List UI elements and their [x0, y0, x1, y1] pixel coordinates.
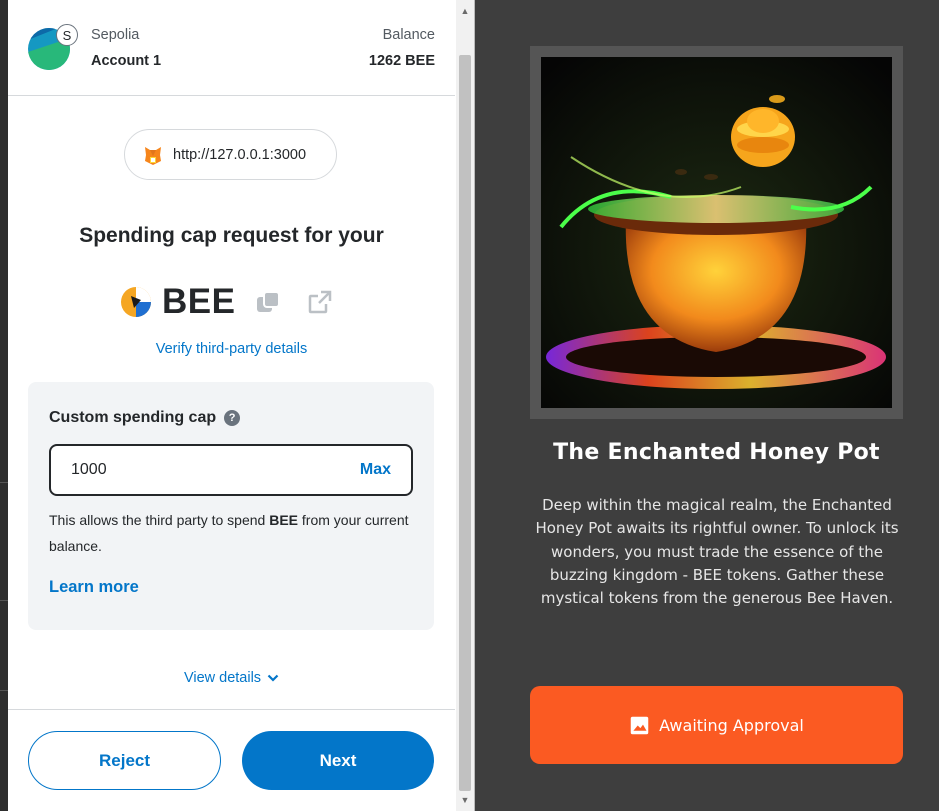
- nft-image: [541, 57, 892, 408]
- origin-url: http://127.0.0.1:3000: [173, 146, 307, 163]
- nft-title: The Enchanted Honey Pot: [553, 440, 880, 465]
- spending-cap-input[interactable]: [51, 461, 360, 479]
- spending-cap-box: Custom spending cap ? Max This allows th…: [28, 382, 434, 630]
- custom-spending-cap-text: Custom spending cap: [49, 409, 217, 426]
- token-icon: [121, 287, 151, 317]
- custom-spending-cap-label: Custom spending cap ?: [49, 409, 241, 427]
- scroll-down-icon[interactable]: ▼: [456, 793, 474, 807]
- fox-icon: [145, 146, 161, 165]
- token-row: BEE: [120, 281, 333, 323]
- note-token: BEE: [269, 512, 299, 528]
- scroll-up-icon[interactable]: ▲: [456, 4, 474, 18]
- next-button[interactable]: Next: [242, 731, 434, 790]
- view-details-toggle[interactable]: View details: [8, 670, 455, 686]
- spending-cap-field: Max: [49, 444, 413, 496]
- balance-value: 1262 BEE: [368, 53, 435, 69]
- token-symbol: BEE: [162, 282, 236, 321]
- spending-cap-note: This allows the third party to spend BEE…: [49, 507, 419, 559]
- network-name: Sepolia: [91, 27, 140, 43]
- external-link-icon[interactable]: [307, 289, 333, 315]
- copy-icon[interactable]: [255, 289, 281, 315]
- nft-description: Deep within the magical realm, the Encha…: [535, 496, 899, 608]
- learn-more-link[interactable]: Learn more: [49, 578, 139, 597]
- account-header: S Sepolia Account 1 Balance 1262 BEE: [8, 0, 455, 96]
- network-badge: S: [56, 24, 78, 46]
- note-text-before: This allows the third party to spend: [49, 512, 270, 528]
- awaiting-approval-button[interactable]: Awaiting Approval: [530, 686, 903, 764]
- chevron-down-icon: [267, 674, 279, 682]
- balance-label: Balance: [382, 27, 435, 43]
- scroll-thumb[interactable]: [459, 55, 471, 791]
- max-button[interactable]: Max: [360, 461, 391, 479]
- image-icon: [630, 716, 649, 734]
- verify-third-party-link[interactable]: Verify third-party details: [8, 341, 455, 357]
- scrollbar[interactable]: ▲ ▼: [456, 0, 474, 811]
- wallet-content: S Sepolia Account 1 Balance 1262 BEE htt…: [8, 0, 455, 811]
- wallet-popup: S Sepolia Account 1 Balance 1262 BEE htt…: [8, 0, 475, 811]
- awaiting-approval-label: Awaiting Approval: [659, 715, 804, 735]
- origin-pill: http://127.0.0.1:3000: [124, 129, 337, 180]
- account-name[interactable]: Account 1: [91, 53, 161, 69]
- page-heading: Spending cap request for your: [79, 224, 384, 247]
- nft-image-frame: [530, 46, 903, 419]
- action-footer: Reject Next: [8, 709, 455, 811]
- reject-button[interactable]: Reject: [28, 731, 221, 790]
- view-details-label: View details: [183, 670, 262, 686]
- help-icon[interactable]: ?: [224, 410, 241, 426]
